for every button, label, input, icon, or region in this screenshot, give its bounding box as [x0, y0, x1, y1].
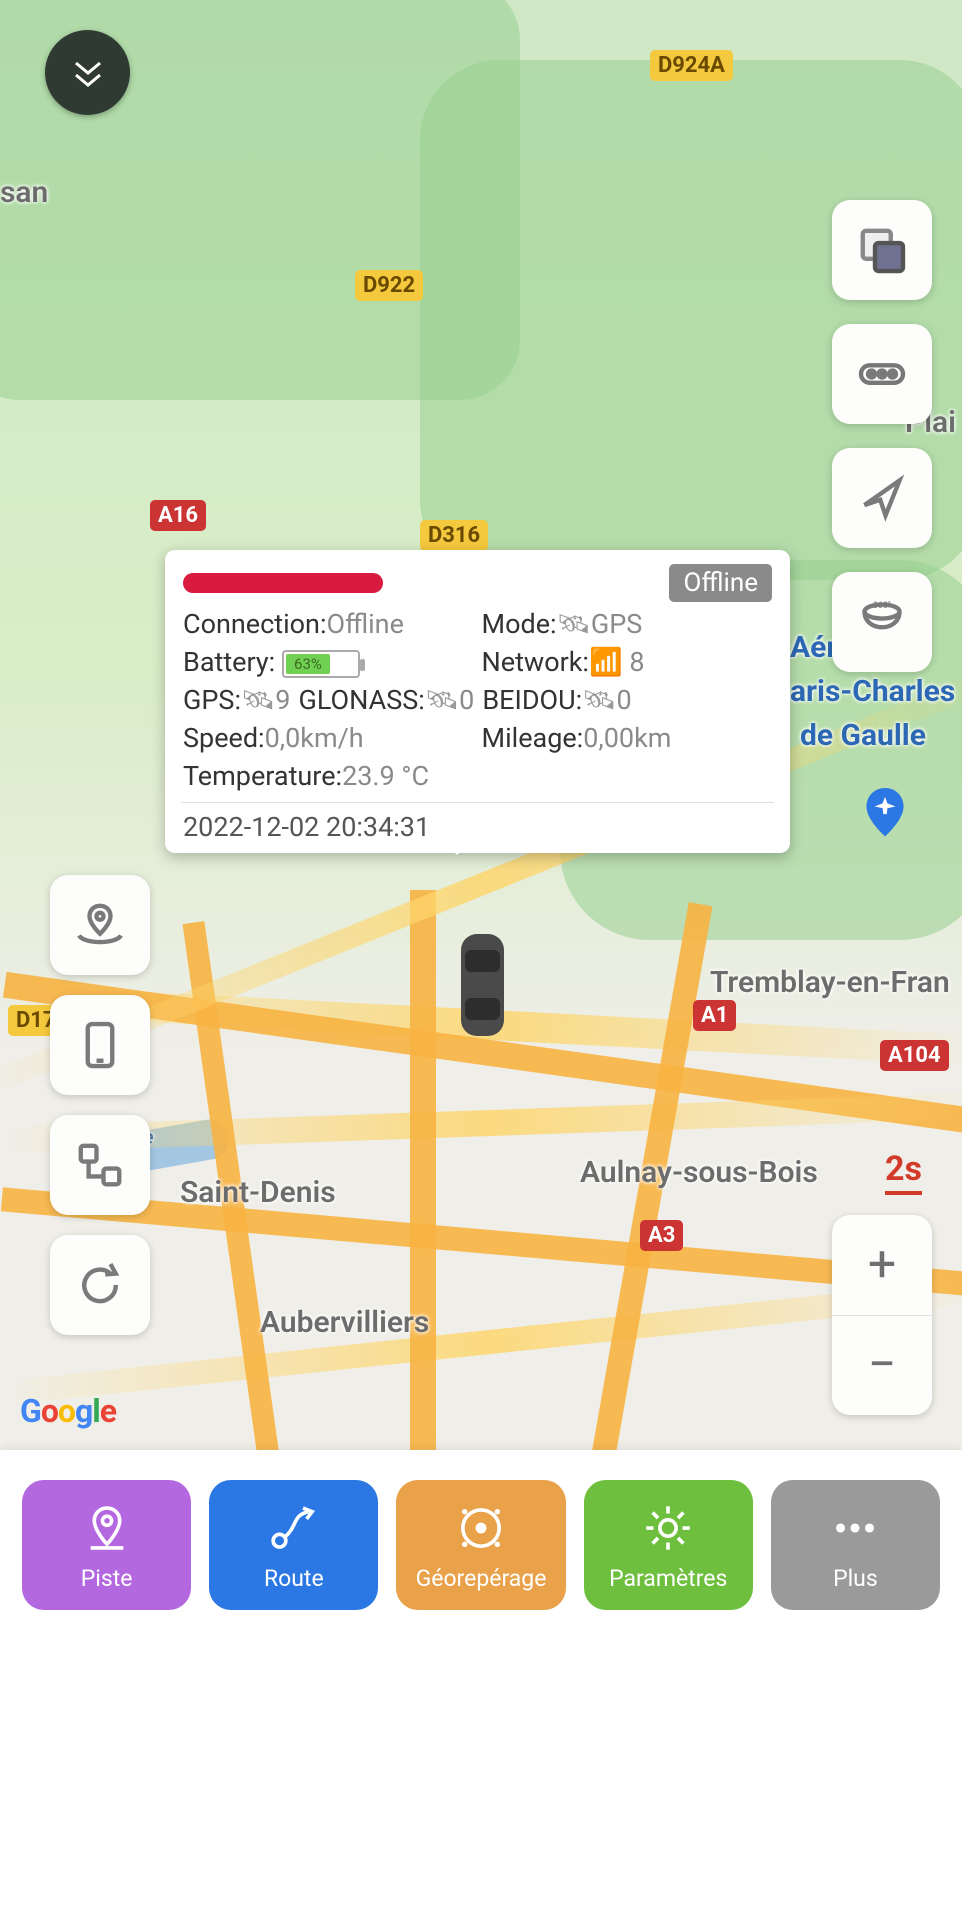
device-view-button[interactable] — [50, 995, 150, 1095]
right-tool-column: 360° — [832, 200, 932, 672]
mode-label: Mode: — [482, 608, 557, 640]
speed-value: 0,0km/h — [265, 722, 364, 754]
connection-label: Connection: — [183, 608, 327, 640]
divider — [181, 802, 774, 803]
more-options-button[interactable] — [832, 324, 932, 424]
streetview-button[interactable]: 360° — [832, 572, 932, 672]
battery-icon: 63% — [282, 650, 360, 678]
zoom-in-button[interactable]: + — [832, 1215, 932, 1315]
mode-value: GPS — [591, 608, 642, 640]
satellite-icon: 🛰 — [557, 608, 591, 640]
mileage-label: Mileage: — [482, 722, 584, 754]
vehicle-marker-icon[interactable] — [455, 930, 510, 1040]
timestamp-value: 2022-12-02 20:34:31 — [183, 811, 772, 843]
nav-settings[interactable]: Paramètres — [584, 1480, 753, 1610]
locate-me-button[interactable] — [832, 448, 932, 548]
ellipsis-icon — [826, 1499, 884, 1557]
road-badge-a16: A16 — [150, 500, 206, 531]
tree-icon — [72, 1137, 128, 1193]
connection-value: Offline — [327, 608, 404, 640]
wifi-icon: 📶 — [589, 646, 623, 678]
nav-label: Piste — [81, 1565, 133, 1592]
refresh-interval-badge[interactable]: 2s — [885, 1149, 922, 1195]
refresh-icon — [72, 1257, 128, 1313]
phone-icon — [72, 1017, 128, 1073]
gps-label: GPS: — [183, 684, 241, 716]
road-badge-a3: A3 — [640, 1220, 683, 1251]
airport-marker-icon[interactable] — [860, 788, 910, 838]
locate-device-button[interactable] — [50, 875, 150, 975]
nav-label: Paramètres — [609, 1565, 727, 1592]
target-icon — [452, 1499, 510, 1557]
speed-label: Speed: — [183, 722, 265, 754]
zoom-control: + − — [832, 1215, 932, 1415]
gear-icon — [639, 1499, 697, 1557]
temperature-value: 23.9 °C — [342, 760, 429, 792]
road — [410, 890, 436, 1450]
nav-route[interactable]: Route — [209, 1480, 378, 1610]
road-badge-d924a: D924A — [650, 50, 733, 81]
location-arrow-icon — [854, 470, 910, 526]
map-label: san — [0, 175, 48, 210]
glonass-value: 0 — [459, 684, 474, 716]
battery-percent: 63% — [286, 654, 330, 674]
map-label: Tremblay-en-Fran — [710, 965, 950, 1000]
app-root: D924A D922 A16 D316 D170 A1 A104 A3 A86 … — [0, 0, 962, 1915]
road-badge-a104: A104 — [880, 1040, 949, 1071]
map-label: Aubervilliers — [260, 1305, 429, 1340]
map-label: Saint-Denis — [180, 1175, 336, 1210]
device-name-redacted — [183, 573, 383, 593]
road-badge-d922: D922 — [355, 270, 423, 301]
ellipsis-icon — [854, 346, 910, 402]
layers-icon — [854, 222, 910, 278]
map-label-cdg: aris-Charles — [790, 674, 955, 709]
map-layers-button[interactable] — [832, 200, 932, 300]
glonass-label: GLONASS: — [298, 684, 424, 716]
zoom-out-button[interactable]: − — [832, 1315, 932, 1416]
nav-piste[interactable]: Piste — [22, 1480, 191, 1610]
device-status-badge: Offline — [669, 564, 772, 602]
satellite-icon: 🛰 — [425, 684, 459, 716]
network-value: 8 — [629, 646, 644, 678]
satellite-icon: 🛰 — [241, 684, 275, 716]
nav-label: Plus — [833, 1565, 878, 1592]
device-info-callout: Offline Connection:Offline Mode:🛰GPS Bat… — [165, 550, 790, 853]
network-label: Network: — [482, 646, 589, 678]
expand-button[interactable] — [45, 30, 130, 115]
road-badge-a1: A1 — [693, 1000, 736, 1031]
pin-on-map-icon — [72, 897, 128, 953]
pin-icon — [78, 1499, 136, 1557]
mileage-value: 0,00km — [583, 722, 671, 754]
nav-label: Géorepérage — [416, 1565, 547, 1592]
map-label: Aulnay-sous-Bois — [580, 1155, 818, 1190]
beidou-label: BEIDOU: — [482, 684, 582, 716]
route-icon — [265, 1499, 323, 1557]
panorama-360-icon: 360° — [854, 594, 910, 650]
road-badge-d316: D316 — [420, 520, 488, 551]
battery-label: Battery: — [183, 646, 275, 678]
beidou-value: 0 — [616, 684, 631, 716]
nav-label: Route — [264, 1565, 324, 1592]
nav-geofence[interactable]: Géorepérage — [396, 1480, 565, 1610]
device-tree-button[interactable] — [50, 1115, 150, 1215]
satellite-icon: 🛰 — [582, 684, 616, 716]
map-label-cdg: de Gaulle — [800, 718, 926, 753]
left-tool-column — [50, 875, 150, 1335]
chevron-double-down-icon — [68, 53, 108, 93]
svg-text:360°: 360° — [873, 601, 891, 611]
nav-more[interactable]: Plus — [771, 1480, 940, 1610]
refresh-button[interactable] — [50, 1235, 150, 1335]
temperature-label: Temperature: — [183, 760, 342, 792]
google-attribution: Google — [20, 1392, 116, 1430]
bottom-navigation: Piste Route Géorepérage Paramètres Plus — [0, 1450, 962, 1915]
gps-value: 9 — [275, 684, 290, 716]
